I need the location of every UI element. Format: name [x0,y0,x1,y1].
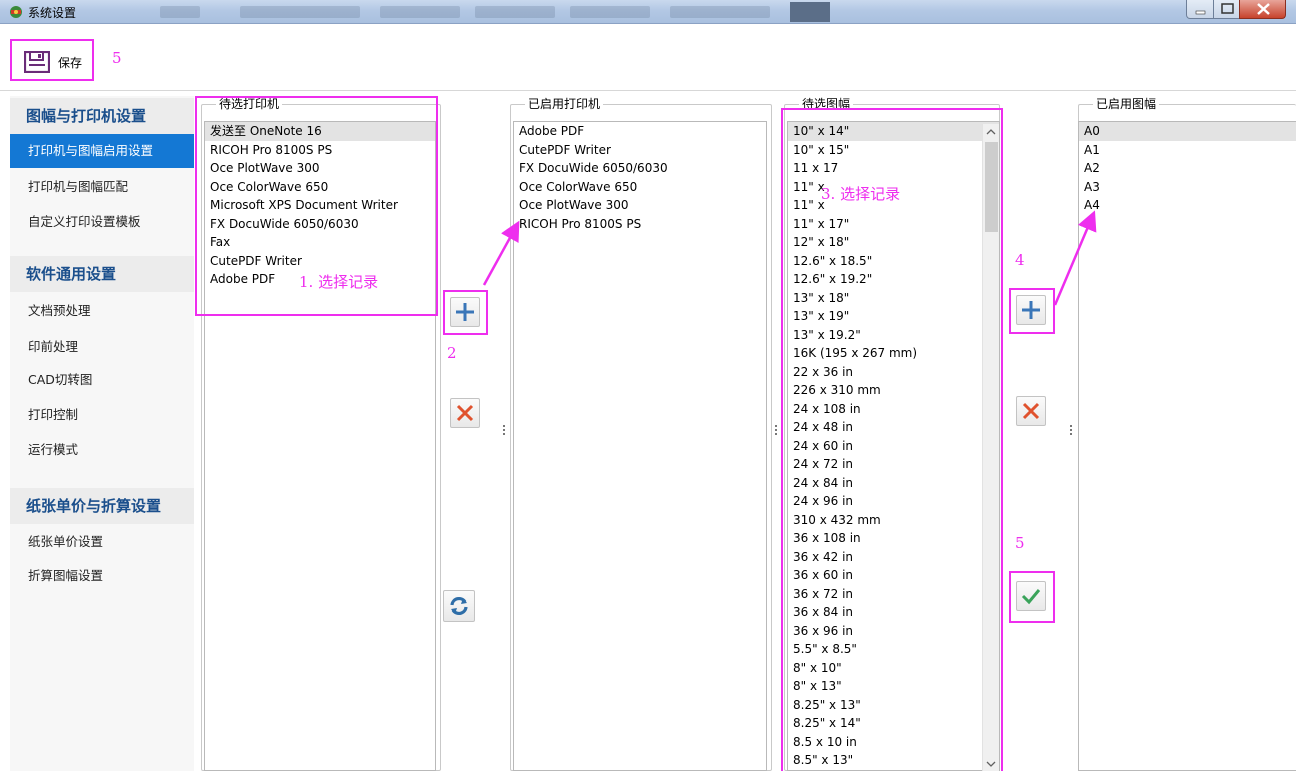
plus-icon [1022,301,1040,319]
blurred-region [160,6,200,18]
sidebar-item-size-conversion[interactable]: 折算图幅设置 [10,559,194,593]
window-title: 系统设置 [28,6,77,20]
sidebar-item-custom-template[interactable]: 自定义打印设置模板 [10,205,194,239]
plus-icon [456,303,474,321]
sidebar-item-printer-size-match[interactable]: 打印机与图幅匹配 [10,170,194,204]
maximize-icon [1221,3,1234,14]
highlight-box [781,108,1003,771]
close-icon [1257,3,1270,15]
blurred-region [790,2,830,22]
sidebar-item-doc-preprocess[interactable]: 文档预处理 [10,294,194,328]
blurred-region [475,6,555,18]
save-label: 保存 [58,56,83,70]
minimize-button[interactable] [1186,0,1214,19]
enabled-printer-item[interactable]: Oce ColorWave 650 [514,178,766,197]
sidebar-section-title: 图幅与打印机设置 [10,98,194,134]
refresh-icon [450,596,468,616]
sidebar-section-title: 纸张单价与折算设置 [10,488,194,524]
sidebar-item-cad[interactable]: CAD切转图 [10,363,194,397]
enabled-printers-list[interactable]: Adobe PDF CutePDF Writer FX DocuWide 6050/… [513,121,767,771]
splitter-handle[interactable] [775,425,778,437]
enabled-printer-item[interactable]: Adobe PDF [514,122,766,141]
splitter-handle[interactable] [1070,425,1073,437]
remove-printer-button[interactable] [450,398,480,428]
enabled-size-item[interactable]: A0 [1079,122,1296,141]
annotation-step-5: 5 [1015,534,1025,552]
minimize-icon [1195,10,1206,15]
maximize-button[interactable] [1213,0,1240,19]
title-bar: 系统设置 [0,0,1296,24]
remove-icon [1022,402,1040,420]
blurred-region [670,6,770,18]
sidebar-item-printer-size-enable[interactable]: 打印机与图幅启用设置 [10,134,194,168]
splitter-handle[interactable] [503,425,506,437]
annotation-step-5: 5 [112,49,122,67]
annotation-step-4: 4 [1015,251,1025,269]
enabled-size-item[interactable]: A2 [1079,159,1296,178]
save-button[interactable]: 保存 [10,39,94,81]
enabled-sizes-title: 已启用图幅 [1093,97,1160,111]
blurred-region [240,6,360,18]
sidebar-item-paper-price[interactable]: 纸张单价设置 [10,525,194,559]
save-icon [24,51,50,73]
enabled-printer-item[interactable]: CutePDF Writer [514,141,766,160]
enabled-printer-item[interactable]: FX DocuWide 6050/6030 [514,159,766,178]
enabled-printer-item[interactable]: Oce PlotWave 300 [514,196,766,215]
toolbar: 保存 5 [0,25,1296,91]
annotation-step-1: 1. 选择记录 [299,273,379,291]
enabled-size-item[interactable]: A3 [1079,178,1296,197]
refresh-button[interactable] [443,590,475,622]
enabled-sizes-list[interactable]: A0 A1 A2 A3 A4 [1078,121,1296,771]
blurred-region [570,6,650,18]
annotation-step-3: 3. 选择记录 [821,185,901,203]
app-icon [10,6,22,18]
sidebar-item-prepress[interactable]: 印前处理 [10,330,194,364]
add-printer-button[interactable] [450,297,480,327]
check-icon [1021,589,1041,605]
remove-icon [456,404,474,422]
annotation-step-2: 2 [447,344,457,362]
enabled-size-item[interactable]: A1 [1079,141,1296,160]
sidebar: 图幅与打印机设置 打印机与图幅启用设置 打印机与图幅匹配 自定义打印设置模板 软… [10,96,194,771]
blurred-region [380,6,460,18]
sidebar-item-print-control[interactable]: 打印控制 [10,398,194,432]
close-button[interactable] [1239,0,1286,19]
enabled-printer-item[interactable]: RICOH Pro 8100S PS [514,215,766,234]
confirm-button[interactable] [1016,581,1046,611]
add-size-button[interactable] [1016,295,1046,325]
window-controls [1186,0,1290,20]
remove-size-button[interactable] [1016,396,1046,426]
enabled-printers-title: 已启用打印机 [525,97,604,111]
sidebar-item-run-mode[interactable]: 运行模式 [10,433,194,467]
enabled-size-item[interactable]: A4 [1079,196,1296,215]
sidebar-section-title: 软件通用设置 [10,256,194,292]
